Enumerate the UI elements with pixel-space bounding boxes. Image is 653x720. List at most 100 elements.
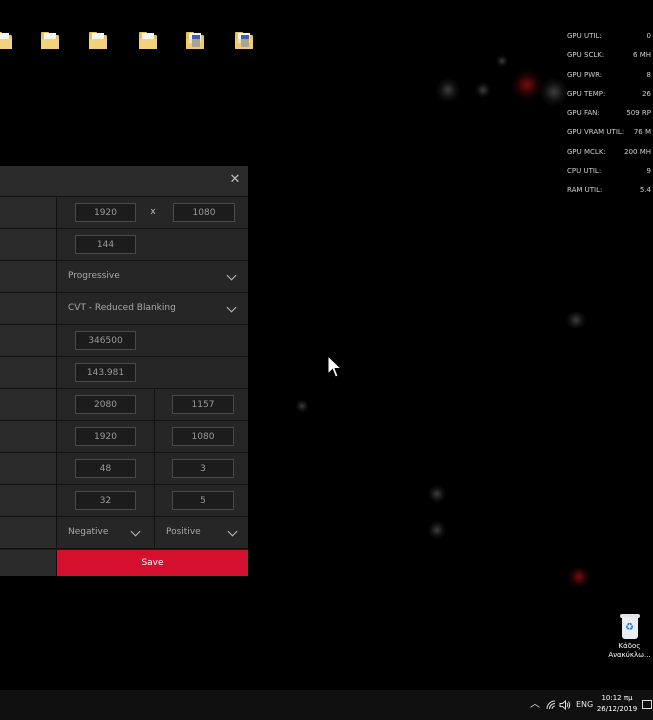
resolution-separator: x bbox=[150, 207, 156, 217]
desktop-folder-picture-icon[interactable] bbox=[186, 32, 206, 50]
sync-polarity-row: Negative Positive bbox=[0, 517, 248, 549]
refresh-rate-input[interactable]: 144 bbox=[75, 235, 136, 254]
performance-overlay: GPU UTIL: 0 GPU SCLK: 6 MH GPU PWR: 8 GPU T… bbox=[567, 30, 653, 204]
resolution-height-input[interactable]: 1080 bbox=[173, 203, 235, 222]
background-glow bbox=[566, 568, 592, 586]
chevron-down-icon bbox=[226, 270, 237, 281]
desktop-folder-icon[interactable] bbox=[89, 32, 109, 50]
pixel-clock-input[interactable]: 346500 bbox=[75, 331, 136, 350]
total-horizontal-input[interactable]: 2080 bbox=[75, 395, 136, 414]
row-value-area: 1920 1080 bbox=[57, 421, 248, 452]
overlay-value: 26 bbox=[642, 89, 651, 98]
desktop-folder-picture-icon[interactable] bbox=[235, 32, 255, 50]
pixel-clock-row: 346500 bbox=[0, 325, 248, 357]
timing-front-porch-row: 48 3 bbox=[0, 453, 248, 485]
background-glow bbox=[512, 70, 542, 100]
chevron-down-icon bbox=[130, 526, 141, 537]
overlay-value: 200 MH bbox=[624, 147, 651, 156]
refresh-rate-row: 144 bbox=[0, 229, 248, 261]
close-icon[interactable]: ✕ bbox=[228, 173, 242, 187]
desktop-folder-icon[interactable] bbox=[0, 32, 14, 50]
desktop-folder-icon[interactable] bbox=[41, 32, 61, 50]
resolution-width-input[interactable]: 1920 bbox=[75, 203, 136, 222]
horizontal-polarity-value: Negative bbox=[68, 527, 109, 537]
show-hidden-icons-chevron-icon[interactable]: ︿ bbox=[530, 690, 540, 720]
chevron-down-icon bbox=[226, 302, 237, 313]
row-label-area bbox=[0, 229, 57, 260]
overlay-value: 76 M bbox=[633, 128, 651, 137]
recycle-bin-icon: ♻ bbox=[619, 612, 640, 640]
row-label-area bbox=[0, 293, 57, 324]
row-label-area bbox=[0, 261, 57, 292]
background-glow bbox=[540, 78, 568, 106]
overlay-label: GPU UTIL: bbox=[567, 32, 602, 40]
overlay-label: GPU PWR: bbox=[567, 70, 603, 79]
row-value-area: 32 5 bbox=[57, 485, 248, 516]
overlay-row: GPU MCLK: 200 MH bbox=[567, 146, 653, 165]
dialog-header: ✕ bbox=[0, 166, 248, 197]
background-glow bbox=[565, 312, 587, 328]
timing-standard-dropdown[interactable]: CVT - Reduced Blanking bbox=[57, 293, 248, 324]
overlay-value: 9 bbox=[646, 167, 651, 176]
overlay-value: 0 bbox=[646, 32, 651, 40]
column-divider bbox=[154, 389, 155, 420]
row-label-area bbox=[0, 421, 57, 452]
recycle-bin-label-line1: Κάδος bbox=[618, 642, 641, 650]
recycle-bin-label-line2: Ανακύκλω... bbox=[608, 651, 651, 659]
overlay-value: 5.4 bbox=[639, 186, 651, 195]
active-horizontal-input[interactable]: 1920 bbox=[75, 427, 136, 446]
input-language-indicator[interactable]: ENG bbox=[576, 690, 593, 720]
overlay-label: GPU MCLK: bbox=[567, 147, 606, 156]
action-center-notification-icon[interactable] bbox=[642, 700, 652, 709]
background-glow bbox=[428, 485, 446, 503]
row-value-area: 2080 1157 bbox=[57, 389, 248, 420]
effective-refresh-row: 143.981 bbox=[0, 357, 248, 389]
overlay-value: 6 MH bbox=[633, 51, 651, 60]
row-label-area bbox=[0, 517, 57, 548]
row-label-area bbox=[0, 389, 57, 420]
volume-speaker-icon[interactable] bbox=[559, 690, 571, 720]
row-value-area: Negative Positive bbox=[57, 517, 248, 548]
row-value-area: 48 3 bbox=[57, 453, 248, 484]
front-porch-horizontal-input[interactable]: 48 bbox=[75, 459, 136, 478]
active-vertical-input[interactable]: 1080 bbox=[172, 427, 234, 446]
overlay-row: GPU UTIL: 0 bbox=[567, 30, 653, 49]
overlay-value: 8 bbox=[646, 70, 651, 79]
column-divider bbox=[154, 485, 155, 516]
row-value-area: 346500 bbox=[57, 325, 248, 356]
row-value-area: 1920 x 1080 bbox=[57, 197, 248, 228]
network-wifi-icon[interactable] bbox=[546, 690, 556, 720]
taskbar: ︿ ENG 10:12 πμ 26/12/2019 bbox=[0, 690, 653, 720]
vertical-polarity-value: Positive bbox=[166, 527, 201, 537]
row-label-area bbox=[0, 550, 57, 576]
row-label-area bbox=[0, 485, 57, 516]
save-button[interactable]: Save bbox=[57, 550, 248, 576]
vertical-polarity-dropdown[interactable]: Positive bbox=[155, 517, 248, 548]
recycle-bin-shortcut[interactable]: ♻ Κάδος Ανακύκλω... bbox=[606, 612, 653, 660]
overlay-row: GPU TEMP: 26 bbox=[567, 88, 653, 107]
horizontal-polarity-dropdown[interactable]: Negative bbox=[57, 517, 154, 548]
background-glow bbox=[436, 78, 460, 102]
row-value-area: 143.981 bbox=[57, 357, 248, 388]
sync-width-vertical-input[interactable]: 5 bbox=[172, 491, 234, 510]
scan-type-dropdown[interactable]: Progressive bbox=[57, 261, 248, 292]
overlay-row: GPU FAN: 509 RP bbox=[567, 107, 653, 126]
overlay-row: GPU VRAM UTIL: 76 M bbox=[567, 126, 653, 145]
scan-type-row: Progressive bbox=[0, 261, 248, 293]
column-divider bbox=[154, 421, 155, 452]
clock-time: 10:12 πμ bbox=[601, 694, 633, 702]
chevron-down-icon bbox=[227, 526, 238, 537]
front-porch-vertical-input[interactable]: 3 bbox=[172, 459, 234, 478]
row-value-area: 144 bbox=[57, 229, 248, 260]
desktop-folder-icon[interactable] bbox=[139, 32, 159, 50]
overlay-label: GPU VRAM UTIL: bbox=[567, 128, 625, 137]
clock-date: 26/12/2019 bbox=[596, 705, 638, 713]
total-vertical-input[interactable]: 1157 bbox=[172, 395, 234, 414]
taskbar-clock[interactable]: 10:12 πμ 26/12/2019 bbox=[596, 693, 638, 715]
background-glow bbox=[428, 521, 446, 539]
background-glow bbox=[496, 55, 508, 67]
effective-refresh-value: 143.981 bbox=[75, 363, 136, 382]
sync-width-horizontal-input[interactable]: 32 bbox=[75, 491, 136, 510]
scan-type-value: Progressive bbox=[68, 271, 120, 281]
column-divider bbox=[154, 453, 155, 484]
